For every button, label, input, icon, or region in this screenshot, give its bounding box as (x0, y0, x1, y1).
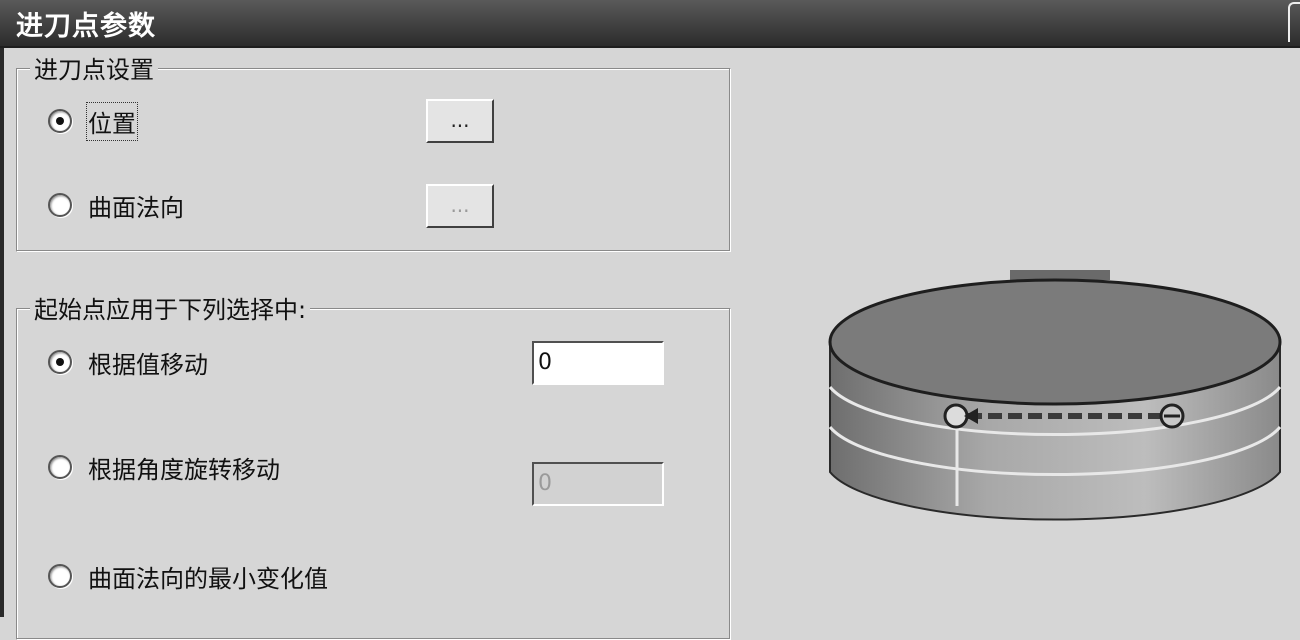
entry-settings-legend: 进刀点设置 (30, 56, 158, 84)
radio-move-by-value-indicator[interactable] (48, 350, 72, 374)
title-bar[interactable]: 进刀点参数 (0, 0, 1300, 48)
radio-position-indicator[interactable] (48, 109, 72, 133)
cylinder-top (828, 278, 1282, 406)
radio-rotate-by-angle-indicator[interactable] (48, 455, 72, 479)
close-button[interactable] (1288, 2, 1300, 42)
start-point-marker (943, 403, 969, 429)
entry-settings-group (16, 68, 731, 252)
radio-surface-normal[interactable]: 曲面法向 (48, 190, 184, 222)
window-left-border (0, 48, 4, 617)
window-title: 进刀点参数 (16, 11, 156, 42)
top-tab (1010, 270, 1110, 280)
cylinder-entry-point-illustration (828, 270, 1282, 521)
radio-min-normal-change[interactable]: 曲面法向的最小变化值 (48, 561, 328, 593)
radio-min-normal-change-indicator[interactable] (48, 564, 72, 588)
radio-surface-normal-indicator[interactable] (48, 193, 72, 217)
radio-position-label: 位置 (86, 101, 138, 141)
angle-value-input[interactable]: 0 (532, 462, 664, 506)
radio-rotate-by-angle[interactable]: 根据角度旋转移动 (48, 452, 280, 484)
radio-move-by-value[interactable]: 根据值移动 (48, 347, 208, 379)
surface-normal-browse-button[interactable]: ... (426, 184, 494, 228)
radio-surface-normal-label: 曲面法向 (88, 193, 184, 222)
radio-move-by-value-label: 根据值移动 (88, 350, 208, 379)
radio-position[interactable]: 位置 (48, 101, 138, 141)
radio-min-normal-change-label: 曲面法向的最小变化值 (88, 564, 328, 593)
move-value-input[interactable]: 0 (532, 341, 664, 385)
position-browse-button[interactable]: ... (426, 99, 494, 143)
radio-rotate-by-angle-label: 根据角度旋转移动 (88, 455, 280, 484)
start-point-legend: 起始点应用于下列选择中: (30, 296, 311, 324)
